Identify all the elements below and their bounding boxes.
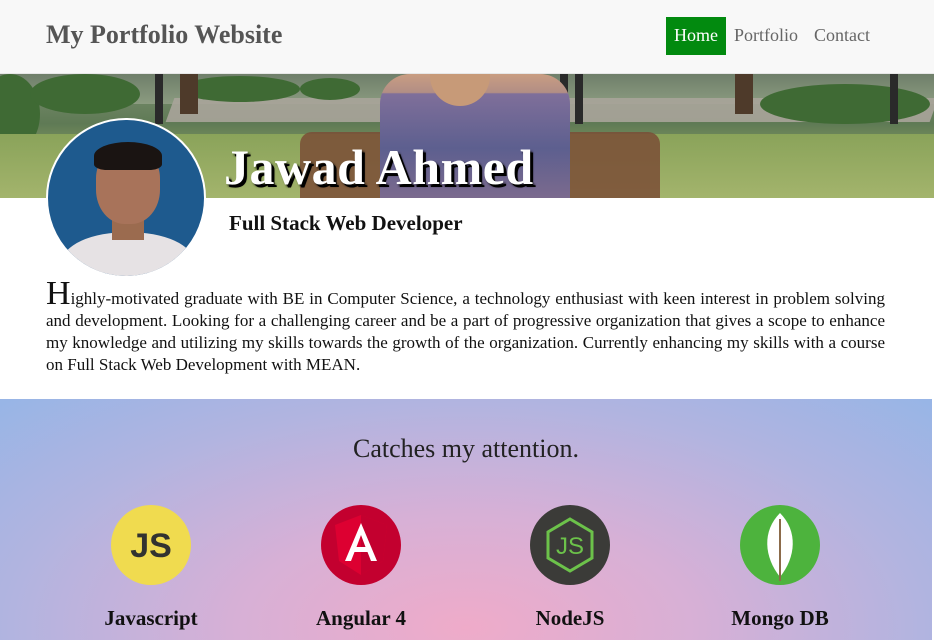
hero-role: Full Stack Web Developer [229, 211, 463, 235]
skills-title: Catches my attention. [352, 434, 579, 463]
skills-section: Catches my attention. JS Javascript Angu… [0, 399, 932, 640]
svg-text:JS: JS [130, 527, 172, 565]
hero-name: Jawad Ahmed [224, 139, 534, 195]
svg-text:JS: JS [556, 533, 584, 560]
about-drop-cap: H [46, 275, 71, 312]
brand-title[interactable]: My Portfolio Website [46, 20, 282, 50]
about-paragraph: Highly-motivated graduate with BE in Com… [46, 277, 885, 376]
skill-label-nodejs: NodeJS [535, 606, 605, 630]
skill-label-angular: Angular 4 [315, 606, 407, 630]
nodejs-icon: JS [530, 505, 610, 585]
about-text: ighly-motivated graduate with BE in Comp… [46, 289, 885, 374]
mongodb-icon [740, 505, 820, 585]
angular-icon [321, 505, 401, 585]
skill-label-mongodb: Mongo DB [731, 606, 829, 630]
skill-mongodb: Mongo DB [675, 505, 885, 631]
nav-item-portfolio[interactable]: Portfolio [726, 17, 806, 55]
navbar: My Portfolio Website Home Portfolio Cont… [0, 0, 934, 74]
skill-label-javascript: Javascript [104, 606, 198, 630]
skill-javascript: JS Javascript [46, 505, 256, 631]
skill-angular: Angular 4 [256, 505, 466, 631]
nav-item-home[interactable]: Home [665, 17, 726, 55]
javascript-icon: JS [111, 505, 191, 585]
skill-nodejs: JS NodeJS [465, 505, 675, 631]
nav-menu: Home Portfolio Contact [665, 17, 878, 55]
nav-item-contact[interactable]: Contact [806, 17, 878, 55]
profile-avatar [46, 118, 206, 278]
